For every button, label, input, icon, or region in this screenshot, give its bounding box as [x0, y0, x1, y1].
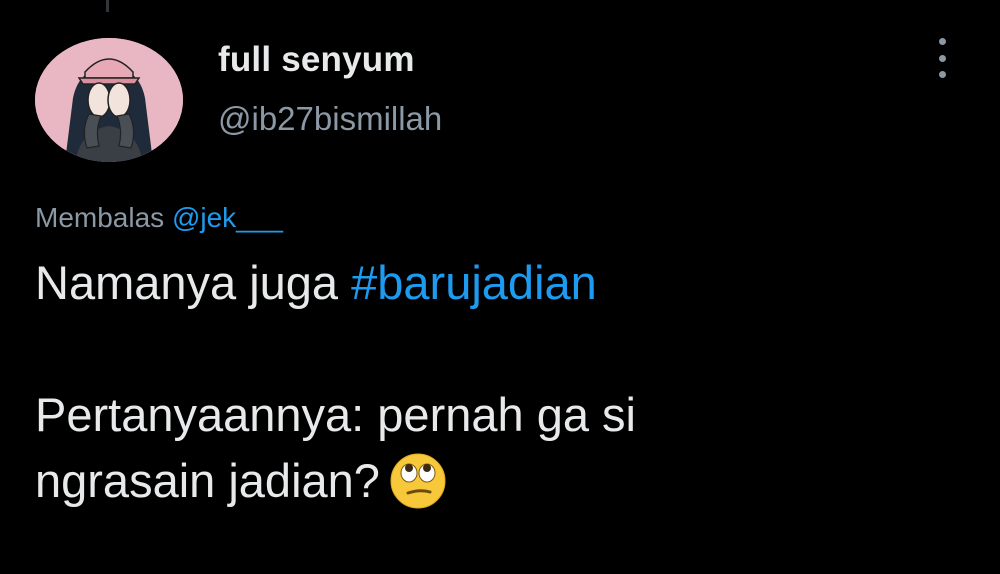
tweet-line-3-text: ngrasain jadian?	[35, 454, 380, 507]
hashtag-link[interactable]: #barujadian	[351, 256, 597, 309]
display-name[interactable]: full senyum	[218, 40, 415, 80]
reply-context: Membalas @jek___	[35, 202, 283, 234]
user-handle[interactable]: @ib27bismillah	[218, 100, 442, 138]
tweet-line-1-text: Namanya juga	[35, 256, 352, 309]
reply-prefix: Membalas	[35, 202, 165, 233]
dot	[938, 54, 946, 62]
dot	[938, 71, 946, 78]
avatar[interactable]	[35, 38, 183, 162]
face-with-rolling-eyes-icon	[390, 453, 446, 509]
dot	[938, 38, 946, 45]
tweet-line-3: ngrasain jadian?	[35, 448, 965, 514]
avatar-illustration	[35, 38, 183, 162]
reply-mention-link[interactable]: @jek___	[172, 202, 283, 233]
tweet-line-1: Namanya juga #barujadian	[35, 250, 965, 316]
thread-connector-line	[106, 0, 109, 12]
tweet-line-2: Pertanyaannya: pernah ga si	[35, 388, 636, 441]
tweet-text: Namanya juga #barujadian Pertanyaannya: …	[35, 250, 965, 514]
more-options-icon[interactable]	[930, 38, 954, 78]
